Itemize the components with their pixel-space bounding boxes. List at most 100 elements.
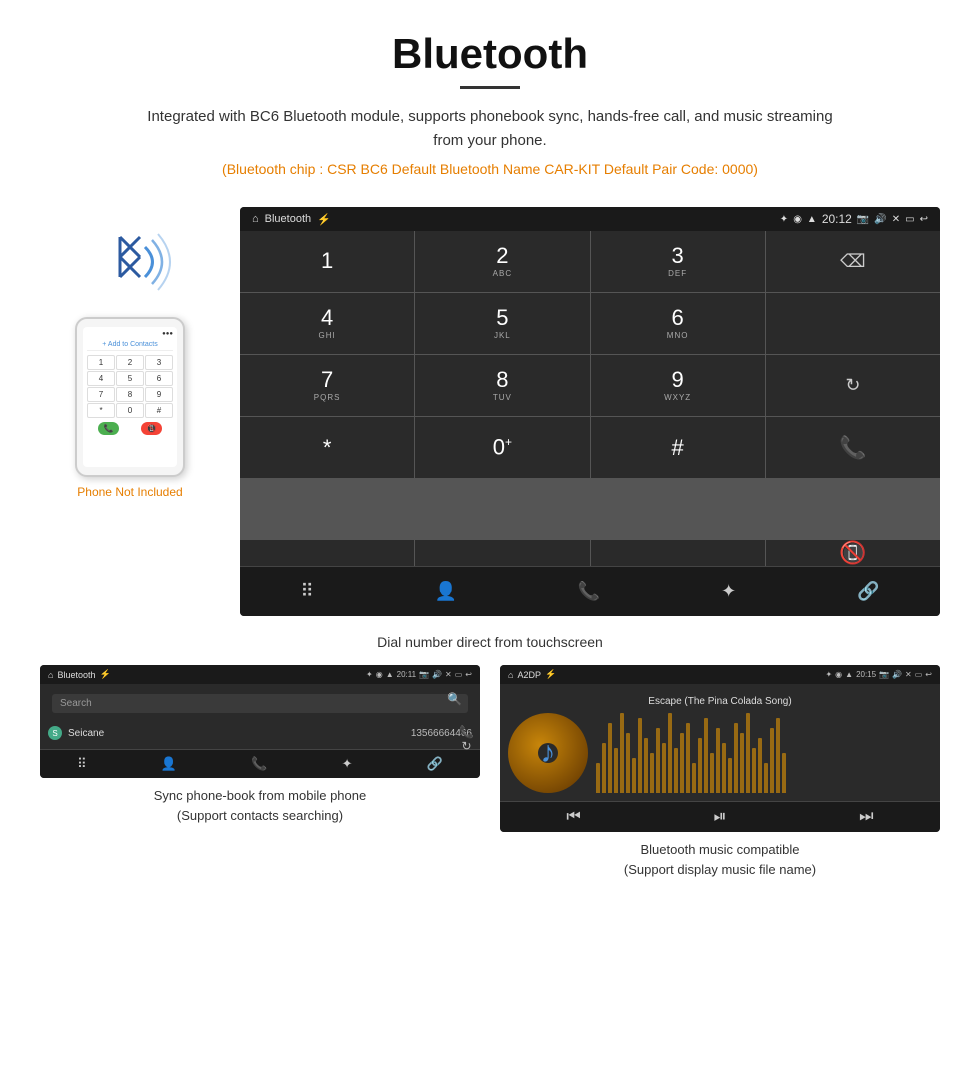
pb-win-icon[interactable]: ▭: [455, 670, 463, 679]
phone-add-contacts: + Add to Contacts: [87, 339, 173, 351]
dial-key-7[interactable]: 7 PQRS: [240, 355, 414, 416]
pb-bt-icon: ✦: [366, 670, 373, 679]
contact-list-area: S Seicane 13566664466 📞 ↻: [40, 717, 480, 749]
mu-close-icon[interactable]: ✕: [905, 670, 912, 679]
phonebook-list: S Seicane 13566664466: [40, 717, 480, 749]
phone-key-7[interactable]: 7: [87, 387, 115, 402]
phone-key-9[interactable]: 9: [145, 387, 173, 402]
mu-vol-icon[interactable]: 🔊: [892, 670, 902, 679]
signal-icon: ▲: [807, 214, 817, 225]
contact-item-seicane[interactable]: S Seicane 13566664466: [40, 721, 480, 745]
bottom-btn-keypad[interactable]: ⠿: [290, 577, 323, 606]
search-icon[interactable]: 🔍: [447, 692, 462, 706]
dial-key-8[interactable]: 8 TUV: [415, 355, 589, 416]
play-pause-button[interactable]: ⏯: [714, 808, 727, 826]
dial-key-6[interactable]: 6 MNO: [591, 293, 765, 354]
mu-home-icon[interactable]: ⌂: [508, 670, 513, 680]
car-status-bar: ⌂ Bluetooth ⚡ ✦ ◉ ▲ 20:12 📷 🔊 ✕ ▭ ↩: [240, 207, 940, 231]
pb-loc-icon: ◉: [376, 670, 383, 679]
next-button[interactable]: ⏭: [859, 808, 873, 826]
mu-label: A2DP: [517, 670, 541, 680]
call-button[interactable]: 📞: [766, 417, 940, 478]
pb-btn-link[interactable]: 🔗: [427, 756, 443, 772]
pb-time: 20:11: [397, 670, 416, 679]
viz-bar: [650, 753, 654, 793]
phone-key-2[interactable]: 2: [116, 355, 144, 370]
empty-row5-1: [240, 540, 414, 566]
search-bar[interactable]: Search: [52, 694, 468, 713]
pb-home-icon[interactable]: ⌂: [48, 670, 53, 680]
phone-key-5[interactable]: 5: [116, 371, 144, 386]
car-bottom-bar: ⠿ 👤 📞 ✦ 🔗: [240, 566, 940, 616]
pb-cam-icon[interactable]: 📷: [419, 670, 429, 679]
phone-key-hash[interactable]: #: [145, 403, 173, 418]
phone-end-button[interactable]: 📵: [141, 422, 163, 435]
end-call-button[interactable]: 📵: [766, 540, 940, 566]
pb-back-icon[interactable]: ↩: [465, 670, 472, 679]
phone-key-3[interactable]: 3: [145, 355, 173, 370]
back-icon[interactable]: ↩: [920, 214, 928, 225]
phone-status-bar: ●●●: [87, 331, 173, 337]
dial-key-2[interactable]: 2 ABC: [415, 231, 589, 292]
phone-key-star[interactable]: *: [87, 403, 115, 418]
viz-bar: [602, 743, 606, 793]
pb-btn-phone[interactable]: 📞: [251, 756, 267, 772]
viz-bar: [608, 723, 612, 793]
pb-btn-bluetooth[interactable]: ✦: [342, 756, 353, 772]
empty-row5-2: [415, 540, 589, 566]
music-song-title: Escape (The Pina Colada Song): [508, 692, 932, 713]
dial-key-3[interactable]: 3 DEF: [591, 231, 765, 292]
viz-bar: [734, 723, 738, 793]
viz-bar: [626, 733, 630, 793]
viz-bar: [752, 748, 756, 793]
phone-key-8[interactable]: 8: [116, 387, 144, 402]
dial-key-0[interactable]: 0+: [415, 417, 589, 478]
mu-time: 20:15: [856, 670, 876, 679]
home-icon[interactable]: ⌂: [252, 213, 259, 225]
mu-cam-icon[interactable]: 📷: [879, 670, 889, 679]
music-controls: ⏮ ⏯ ⏭: [500, 801, 940, 832]
phone-bottom-row: 📞 📵: [87, 422, 173, 435]
phone-key-6[interactable]: 6: [145, 371, 173, 386]
dial-key-5[interactable]: 5 JKL: [415, 293, 589, 354]
dial-key-star[interactable]: *: [240, 417, 414, 478]
backspace-button[interactable]: ⌫: [766, 231, 940, 292]
viz-bar: [686, 723, 690, 793]
volume-icon[interactable]: 🔊: [874, 214, 886, 225]
phone-key-0[interactable]: 0: [116, 403, 144, 418]
phonebook-search-area: Search 🔍: [40, 684, 480, 717]
reload-button[interactable]: ↻: [766, 355, 940, 416]
close-icon[interactable]: ✕: [892, 214, 900, 225]
dial-key-4[interactable]: 4 GHI: [240, 293, 414, 354]
pb-btn-keypad[interactable]: ⠿: [77, 756, 87, 772]
viz-bar: [596, 763, 600, 793]
viz-bar: [728, 758, 732, 793]
pb-close-icon[interactable]: ✕: [445, 670, 452, 679]
bottom-btn-bluetooth[interactable]: ✦: [711, 577, 746, 606]
album-art: ♪: [508, 713, 588, 793]
viz-bar: [716, 728, 720, 793]
window-icon[interactable]: ▭: [905, 214, 914, 225]
mu-win-icon[interactable]: ▭: [915, 670, 923, 679]
mu-back-icon[interactable]: ↩: [925, 670, 932, 679]
viz-bar: [764, 763, 768, 793]
phone-key-1[interactable]: 1: [87, 355, 115, 370]
camera-icon[interactable]: 📷: [857, 214, 869, 225]
dial-key-9[interactable]: 9 WXYZ: [591, 355, 765, 416]
pb-btn-contacts[interactable]: 👤: [161, 756, 177, 772]
dial-key-hash[interactable]: #: [591, 417, 765, 478]
bottom-btn-contacts[interactable]: 👤: [425, 577, 467, 606]
bottom-btn-link[interactable]: 🔗: [847, 577, 889, 606]
viz-bar: [740, 733, 744, 793]
phone-key-4[interactable]: 4: [87, 371, 115, 386]
sync-icon[interactable]: ↻: [461, 739, 471, 753]
pb-vol-icon[interactable]: 🔊: [432, 670, 442, 679]
time-display: 20:12: [822, 212, 852, 226]
music-status-bar: ⌂ A2DP ⚡ ✦ ◉ ▲ 20:15 📷 🔊 ✕ ▭ ↩: [500, 665, 940, 684]
prev-button[interactable]: ⏮: [566, 808, 580, 826]
dial-row-5: 📵: [240, 540, 940, 566]
dial-key-1[interactable]: 1: [240, 231, 414, 292]
phone-call-button[interactable]: 📞: [98, 422, 120, 435]
bottom-btn-phone[interactable]: 📞: [568, 577, 610, 606]
phone-call-icon[interactable]: 📞: [459, 725, 474, 739]
